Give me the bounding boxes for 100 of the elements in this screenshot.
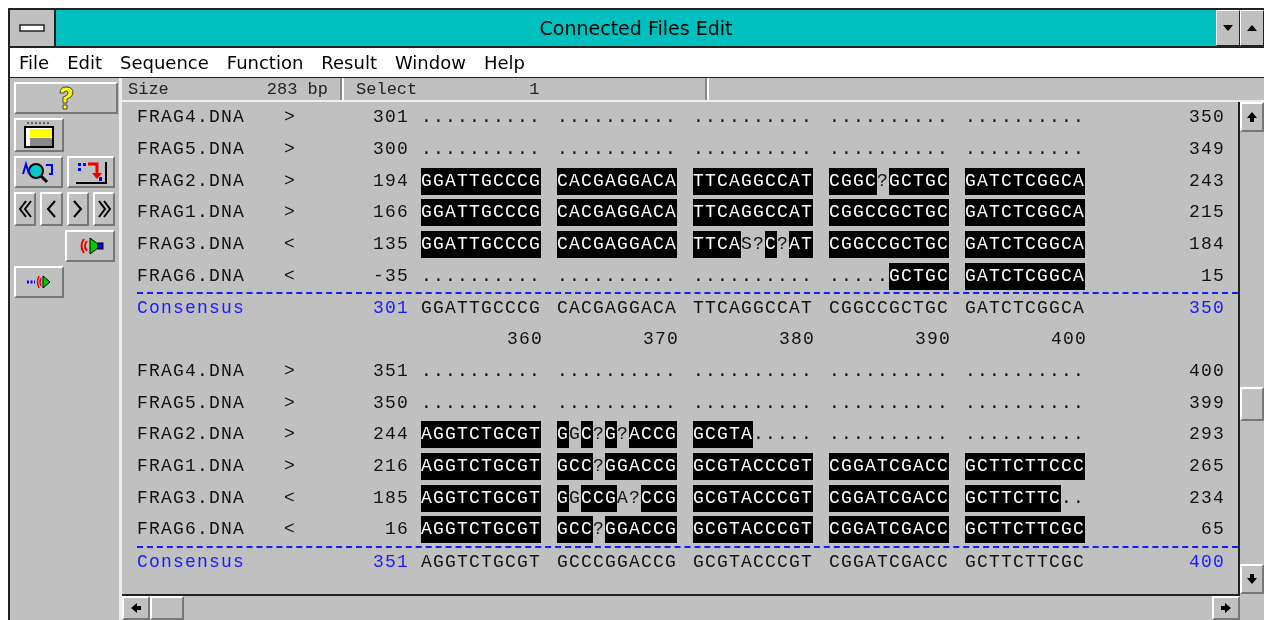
play-all-button[interactable] [14, 266, 64, 298]
right-arrow-icon [1220, 602, 1232, 614]
fragment-name: FRAG3.DNA [137, 486, 247, 510]
end-position: 243 [1188, 169, 1225, 193]
matched-bases: GCTTCTTCCC [965, 452, 1086, 480]
sequence-text: .......... [557, 359, 678, 383]
select-label: Select [355, 79, 419, 100]
fragment-name: FRAG6.DNA [137, 518, 247, 542]
scroll-left-button[interactable] [122, 596, 150, 620]
matched-bases: GGACCG [605, 452, 678, 480]
matched-bases: GATCTCGGCA [965, 231, 1086, 259]
matched-bases: CACGAGGACA [557, 167, 678, 195]
end-position: 349 [1188, 138, 1225, 162]
matched-bases: TTCA [693, 231, 741, 259]
speaker-button[interactable] [65, 230, 115, 262]
start-position: 16 [384, 518, 409, 542]
consensus-sequence: CGGCCGCTGC [829, 297, 950, 321]
matched-bases: GCGTACCCGT [693, 516, 814, 544]
matched-bases: AGGTCTGCGT [421, 516, 542, 544]
fragment-name: FRAG3.DNA [137, 233, 247, 257]
scroll-up-button[interactable] [1240, 102, 1264, 132]
system-menu-button[interactable] [10, 10, 56, 46]
sequence-text: .......... [421, 391, 542, 415]
consensus-sequence: GCCCGGACCG [557, 550, 678, 574]
fragment-name: FRAG4.DNA [137, 106, 247, 130]
scroll-right-button[interactable] [1212, 596, 1240, 620]
menu-item[interactable]: Edit [58, 48, 111, 77]
sequence-text: .......... [829, 359, 950, 383]
maximize-button[interactable] [1240, 10, 1264, 46]
end-position: 15 [1200, 264, 1225, 288]
matched-bases: CGGATCGACC [829, 484, 950, 512]
scroll-thumb[interactable] [1240, 387, 1264, 421]
search-sequence-button[interactable] [14, 156, 63, 188]
consensus-label: Consensus [137, 550, 247, 574]
menu-item[interactable]: Help [474, 48, 534, 77]
start-position: 350 [372, 391, 409, 415]
matched-bases: G [605, 421, 618, 449]
matched-bases: GCTTCTTC [965, 484, 1061, 512]
fragment-name: FRAG5.DNA [137, 391, 247, 415]
double-left-chevron-icon [16, 199, 34, 219]
size-label: Size [127, 79, 170, 100]
sequence-text: .. [1061, 486, 1086, 510]
menu-item[interactable]: Window [385, 48, 475, 77]
sequence-text: .......... [965, 106, 1086, 130]
start-position: 216 [372, 454, 409, 478]
last-button[interactable] [92, 192, 115, 226]
scroll-thumb[interactable] [150, 596, 184, 620]
ruler-label: 390 [914, 328, 952, 352]
matched-bases: G [557, 484, 569, 512]
magnifier-icon [22, 160, 55, 184]
start-position: 301 [372, 106, 409, 130]
next-button[interactable] [66, 192, 89, 226]
double-right-chevron-icon [95, 199, 113, 219]
sequence-text: ? [593, 518, 606, 542]
matched-bases: C [765, 231, 778, 259]
export-button[interactable] [66, 156, 115, 188]
consensus-sequence: CGGATCGACC [829, 550, 950, 574]
menu-item[interactable]: Result [312, 48, 386, 77]
menu-item[interactable]: File [10, 48, 59, 77]
matched-bases: GCC [557, 452, 593, 480]
window-button[interactable] [14, 118, 64, 152]
sequence-text: ..... [753, 423, 814, 447]
matched-bases: TTCAGGCCAT [693, 199, 814, 227]
matched-bases: C [581, 421, 594, 449]
window-title: Connected Files Edit [538, 16, 734, 41]
scroll-down-button[interactable] [1240, 564, 1264, 594]
menu-item[interactable]: Sequence [111, 48, 218, 77]
question-icon [56, 86, 76, 110]
menu-item[interactable]: Function [217, 48, 313, 77]
end-position: 65 [1200, 518, 1225, 542]
matched-bases: GCTGC [889, 167, 950, 195]
sequence-text: .......... [557, 138, 678, 162]
strand-direction: < [284, 264, 297, 288]
minimize-button[interactable] [1216, 10, 1240, 46]
start-position: 300 [372, 138, 409, 162]
matched-bases: CGGCCGCTGC [829, 231, 950, 259]
ruler-label: 360 [506, 328, 544, 352]
sequence-text: .......... [557, 264, 678, 288]
sequence-text: .......... [829, 391, 950, 415]
consensus-label: Consensus [137, 297, 247, 321]
up-triangle-icon [1246, 24, 1258, 32]
sequence-text: .......... [829, 423, 950, 447]
matched-bases: TTCAGGCCAT [693, 167, 814, 195]
start-position: 351 [372, 359, 409, 383]
matched-bases: GGACCG [605, 516, 678, 544]
sequence-text: .......... [421, 359, 542, 383]
strand-direction: > [284, 201, 297, 225]
start-position: 166 [372, 201, 409, 225]
end-position: 399 [1188, 391, 1225, 415]
help-button[interactable] [14, 82, 118, 114]
end-position: 400 [1188, 359, 1225, 383]
dash-icon [19, 24, 45, 32]
matched-bases: CGGC [829, 167, 877, 195]
previous-button[interactable] [40, 192, 63, 226]
sequence-text: S? [741, 233, 766, 257]
first-button[interactable] [14, 192, 37, 226]
matched-bases: CACGAGGACA [557, 199, 678, 227]
sequence-text: .......... [693, 264, 814, 288]
matched-bases: GCTGC [889, 262, 950, 290]
sequence-text: .......... [965, 359, 1086, 383]
